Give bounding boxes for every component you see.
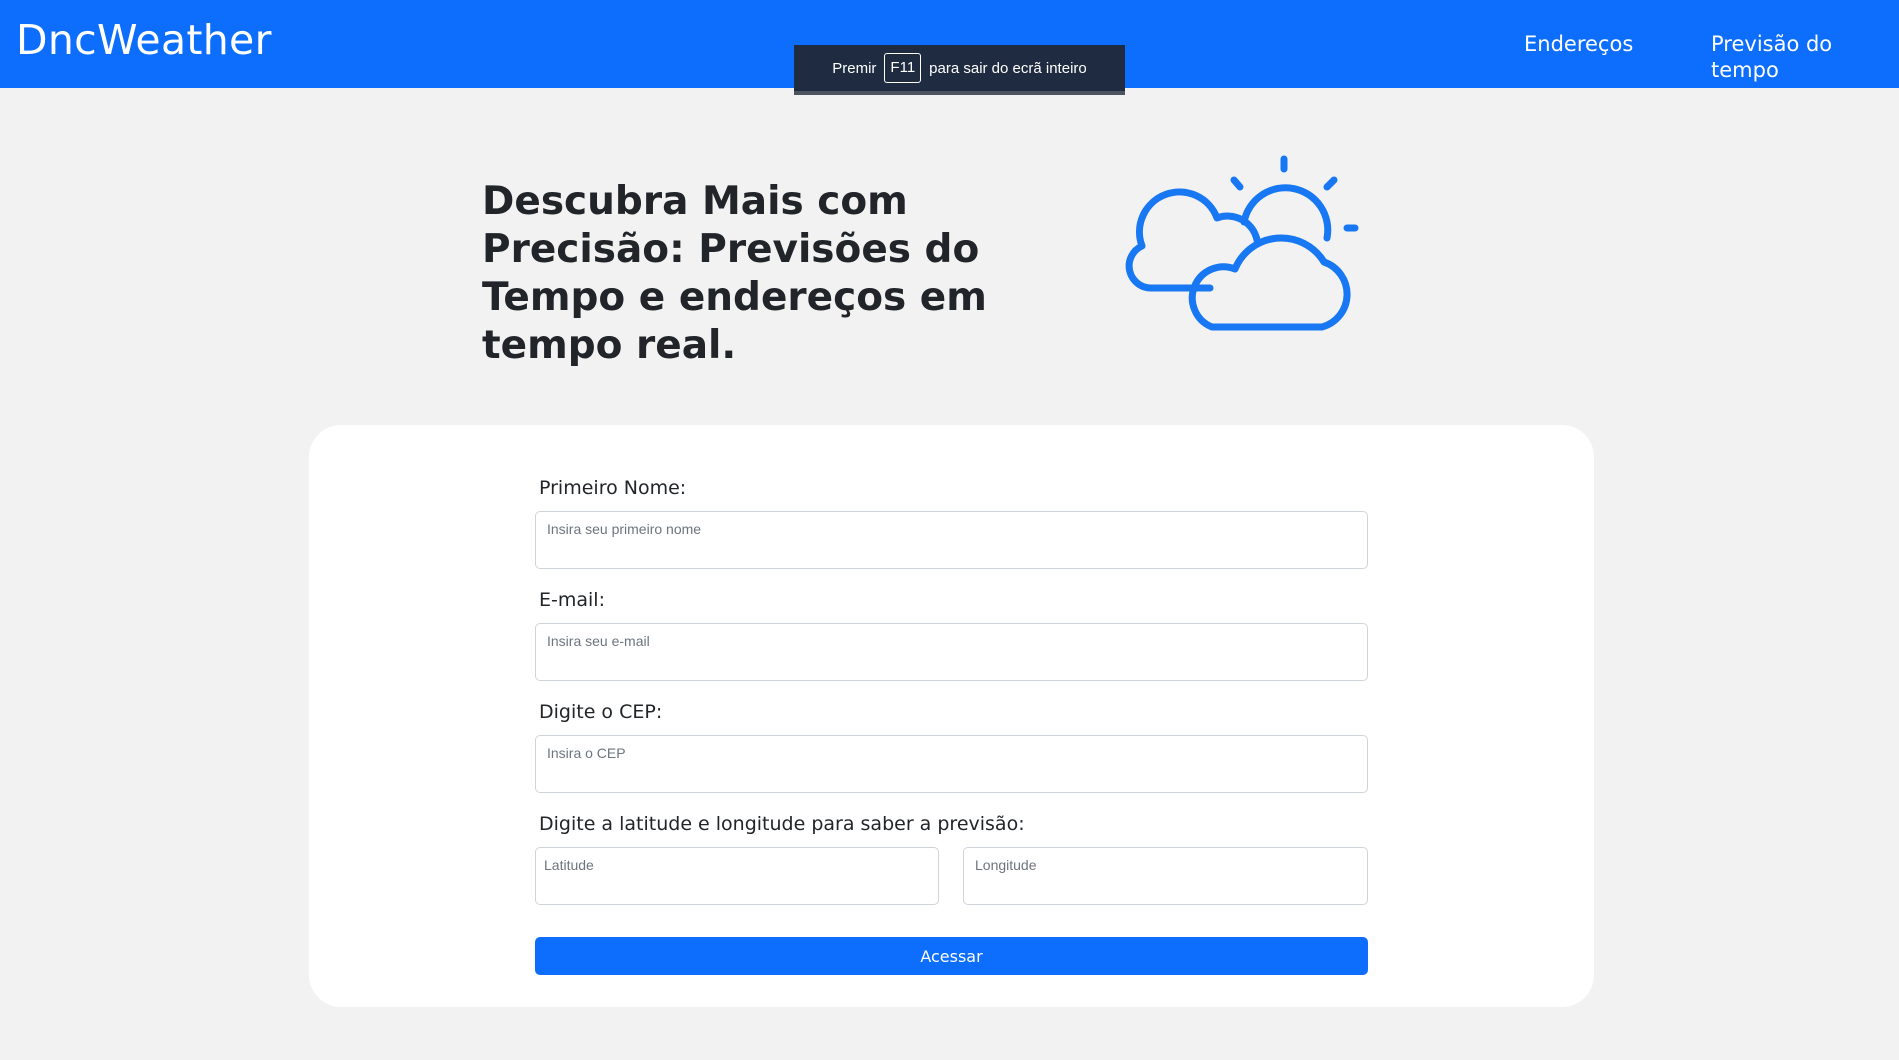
first-name-input[interactable] <box>535 511 1368 569</box>
email-input[interactable] <box>535 623 1368 681</box>
submit-button[interactable]: Acessar <box>535 937 1368 975</box>
brand-logo[interactable]: DncWeather <box>16 16 272 64</box>
toast-key-badge: F11 <box>884 53 922 83</box>
cloudy-sun-icon <box>1125 155 1359 331</box>
longitude-input[interactable] <box>963 847 1368 905</box>
fullscreen-exit-toast: Premir F11 para sair do ecrã inteiro <box>794 45 1125 95</box>
latitude-input[interactable] <box>535 847 939 905</box>
email-label: E-mail: <box>539 589 605 611</box>
toast-text-before: Premir <box>832 59 877 77</box>
cep-label: Digite o CEP: <box>539 701 663 723</box>
toast-text-after: para sair do ecrã inteiro <box>929 59 1087 77</box>
coordinates-label: Digite a latitude e longitude para saber… <box>539 813 1025 835</box>
cep-input[interactable] <box>535 735 1368 793</box>
hero-title: Descubra Mais com Precisão: Previsões do… <box>482 179 987 368</box>
nav-link-previsao-do-tempo[interactable]: Previsão do tempo <box>1711 31 1899 83</box>
nav-link-enderecos[interactable]: Endereços <box>1524 31 1633 57</box>
first-name-label: Primeiro Nome: <box>539 477 687 499</box>
